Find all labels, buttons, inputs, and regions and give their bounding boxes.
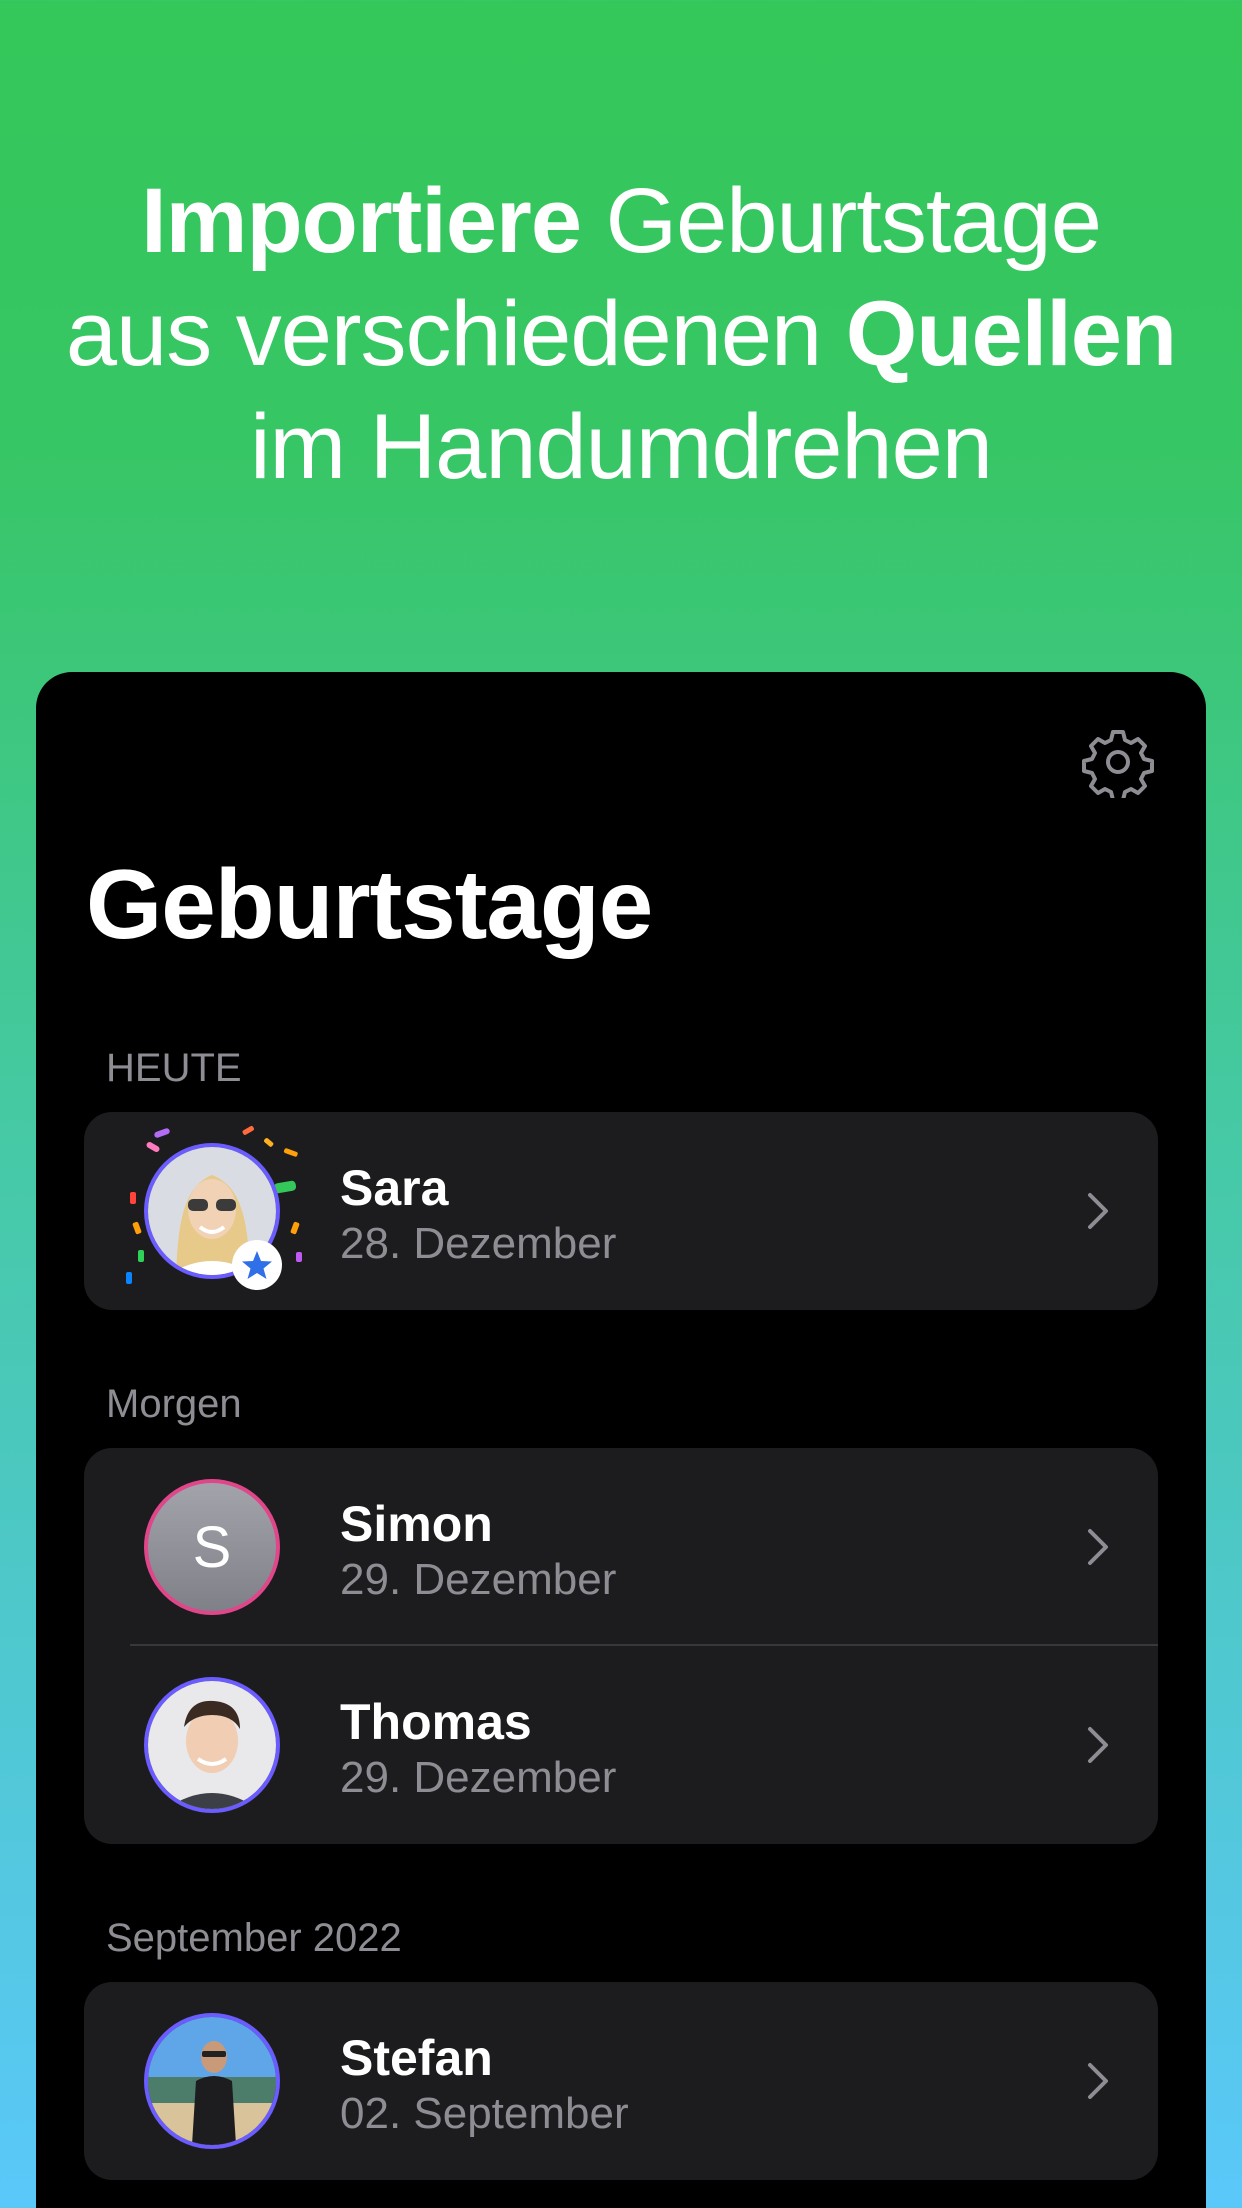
gear-icon	[1082, 730, 1154, 802]
birthday-list-september: Stefan 02. September	[84, 1982, 1158, 2180]
contact-name: Stefan	[340, 2030, 493, 2086]
headline-regular-2: aus verschiedenen	[65, 283, 846, 385]
avatar	[144, 2013, 280, 2149]
section-header-tomorrow: Morgen	[106, 1382, 242, 1426]
headline-bold-2: Quellen	[845, 283, 1177, 385]
birthday-list-tomorrow: S Simon 29. Dezember Thomas 29. Dezember	[84, 1448, 1158, 1844]
section-header-today: HEUTE	[106, 1046, 242, 1090]
headline-line-3: im Handumdrehen	[0, 391, 1242, 504]
birthday-row-simon[interactable]: S Simon 29. Dezember	[84, 1448, 1158, 1646]
settings-button[interactable]	[1082, 726, 1154, 802]
headline-regular-1: Geburtstage	[581, 170, 1102, 272]
birthday-date: 02. September	[340, 2089, 629, 2138]
section-header-september: September 2022	[106, 1916, 402, 1960]
person-photo	[148, 2017, 276, 2145]
contact-name: Thomas	[340, 1694, 532, 1750]
avatar	[144, 1677, 280, 1813]
birthday-date: 29. Dezember	[340, 1555, 617, 1604]
chevron-right-icon	[1088, 2063, 1108, 2099]
headline-bold-1: Importiere	[141, 170, 582, 272]
chevron-right-icon	[1088, 1727, 1108, 1763]
avatar-initial: S	[192, 1514, 232, 1580]
headline-line-1: Importiere Geburtstage	[0, 165, 1242, 278]
birthday-row-stefan[interactable]: Stefan 02. September	[84, 1982, 1158, 2180]
page-title: Geburtstage	[86, 849, 653, 959]
birthday-row-thomas[interactable]: Thomas 29. Dezember	[84, 1646, 1158, 1844]
headline-line-2: aus verschiedenen Quellen	[0, 278, 1242, 391]
star-icon	[242, 1251, 272, 1279]
favorite-badge	[232, 1240, 282, 1290]
headline-regular-3: im Handumdrehen	[250, 396, 993, 498]
chevron-right-icon	[1088, 1193, 1108, 1229]
contact-name: Sara	[340, 1160, 449, 1216]
promo-headline: Importiere Geburtstage aus verschiedenen…	[0, 165, 1242, 504]
chevron-right-icon	[1088, 1529, 1108, 1565]
birthday-date: 28. Dezember	[340, 1219, 617, 1268]
contact-name: Simon	[340, 1496, 493, 1552]
birthday-date: 29. Dezember	[340, 1753, 617, 1802]
birthday-row-sara[interactable]: Sara 28. Dezember	[84, 1112, 1158, 1310]
person-photo	[148, 1681, 276, 1809]
avatar: S	[144, 1479, 280, 1615]
birthday-list-today: Sara 28. Dezember	[84, 1112, 1158, 1310]
